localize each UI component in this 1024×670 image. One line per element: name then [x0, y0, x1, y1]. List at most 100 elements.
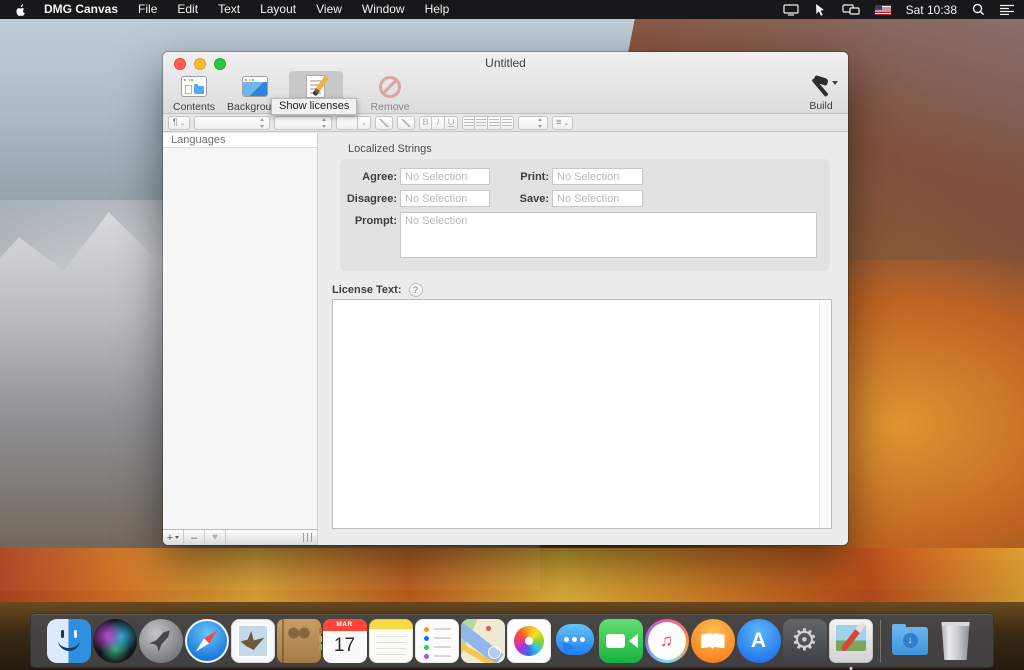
- print-field[interactable]: [552, 168, 643, 185]
- remote-pointer-icon[interactable]: [814, 3, 827, 16]
- align-right-button[interactable]: [488, 116, 501, 130]
- stepper-icon: [259, 118, 266, 128]
- dock-item-safari[interactable]: [185, 619, 229, 663]
- map-pin-icon: [486, 626, 491, 631]
- dock-item-messages[interactable]: [553, 619, 597, 663]
- displays-icon[interactable]: [842, 4, 860, 16]
- underline-button[interactable]: U: [445, 116, 458, 130]
- contents-icon: [179, 74, 209, 99]
- dock-item-notes[interactable]: [369, 619, 413, 663]
- dock-item-finder[interactable]: [47, 619, 91, 663]
- build-button[interactable]: Build: [806, 74, 836, 112]
- menu-item-window[interactable]: Window: [352, 0, 415, 19]
- dock-item-trash[interactable]: [934, 619, 978, 663]
- airplay-display-icon[interactable]: [783, 4, 799, 16]
- languages-sidebar: Languages + – ♥: [163, 133, 318, 545]
- languages-list: [163, 148, 317, 529]
- window-titlebar[interactable]: Untitled Contents Background Licenses: [163, 52, 848, 114]
- add-dropdown-caret-icon: [175, 536, 179, 539]
- resize-grip[interactable]: [303, 533, 314, 542]
- menu-item-text[interactable]: Text: [208, 0, 250, 19]
- favorite-languages-button[interactable]: ♥: [205, 530, 226, 545]
- align-center-button[interactable]: [475, 116, 488, 130]
- dock-item-downloads[interactable]: [888, 619, 932, 663]
- app-window: Untitled Contents Background Licenses: [163, 52, 848, 545]
- text-background-color-well[interactable]: [397, 116, 415, 130]
- contents-button[interactable]: Contents: [167, 71, 221, 115]
- list-style-button[interactable]: ≡⌄: [552, 116, 573, 130]
- prompt-field[interactable]: [400, 212, 817, 258]
- dock-item-photos[interactable]: [507, 619, 551, 663]
- dock-separator: [880, 620, 881, 662]
- stepper-icon: [537, 118, 544, 128]
- dock-item-app-store[interactable]: [737, 619, 781, 663]
- trash-icon: [940, 622, 972, 660]
- maps-3d-icon: [488, 646, 501, 659]
- agree-label: Agree:: [340, 171, 397, 183]
- apple-menu-icon[interactable]: [8, 3, 34, 17]
- section-title: Localized Strings: [348, 143, 432, 155]
- help-button[interactable]: ?: [409, 283, 423, 297]
- dock-item-dmg-canvas[interactable]: [829, 619, 873, 663]
- line-spacing-select[interactable]: [518, 116, 548, 130]
- menu-item-app[interactable]: DMG Canvas: [34, 0, 128, 19]
- align-left-icon: [464, 119, 474, 127]
- dock-item-reminders[interactable]: [415, 619, 459, 663]
- menu-item-edit[interactable]: Edit: [167, 0, 208, 19]
- spotlight-search-icon[interactable]: [972, 3, 985, 16]
- stepper-icon: [321, 118, 328, 128]
- us-flag-icon[interactable]: [875, 5, 891, 15]
- font-size-field[interactable]: [336, 116, 358, 130]
- menubar-clock[interactable]: Sat 10:38: [906, 3, 957, 17]
- menu-item-help[interactable]: Help: [415, 0, 460, 19]
- save-field[interactable]: [552, 190, 643, 207]
- disagree-label: Disagree:: [340, 193, 397, 205]
- font-typeface-select[interactable]: [274, 116, 332, 130]
- window-toolbar: Contents Background Licenses Remove: [167, 71, 844, 113]
- italic-button[interactable]: I: [432, 116, 445, 130]
- align-left-button[interactable]: [462, 116, 475, 130]
- align-center-icon: [476, 119, 486, 127]
- menu-item-layout[interactable]: Layout: [250, 0, 306, 19]
- menu-item-view[interactable]: View: [306, 0, 352, 19]
- build-hammer-icon: [806, 74, 836, 99]
- font-size-dropdown[interactable]: ⌄: [358, 116, 371, 130]
- wallpaper-layer: [0, 548, 1024, 610]
- align-right-icon: [489, 119, 499, 127]
- license-text-label: License Text:: [332, 284, 402, 296]
- align-justify-button[interactable]: [501, 116, 514, 130]
- text-color-well[interactable]: [375, 116, 393, 130]
- align-justify-icon: [502, 119, 512, 127]
- dock-item-calendar[interactable]: MAR 17: [323, 619, 367, 663]
- dock-item-system-preferences[interactable]: [783, 619, 827, 663]
- disagree-field[interactable]: [400, 190, 490, 207]
- remove-icon: [375, 74, 405, 99]
- dock-item-facetime[interactable]: [599, 619, 643, 663]
- window-title: Untitled: [163, 56, 848, 70]
- dock-item-contacts[interactable]: [277, 619, 321, 663]
- notification-center-icon[interactable]: [1000, 4, 1014, 15]
- paragraph-style-button[interactable]: ¶⌄: [168, 116, 190, 130]
- menu-item-file[interactable]: File: [128, 0, 167, 19]
- remove-button[interactable]: Remove: [365, 71, 416, 115]
- scrollbar-track: [819, 300, 831, 528]
- license-editor-pane: Localized Strings Agree: Print: Disagree…: [318, 133, 848, 545]
- bold-button[interactable]: B: [419, 116, 432, 130]
- remove-language-button[interactable]: –: [184, 530, 205, 545]
- text-format-bar: ¶⌄ ⌄ B I U ≡⌄: [163, 114, 848, 132]
- speech-bubble-icon: [556, 624, 594, 655]
- add-language-button[interactable]: +: [163, 530, 184, 545]
- dock: MAR 17: [30, 613, 994, 668]
- calendar-day: 17: [323, 631, 367, 661]
- dock-item-mail[interactable]: [231, 619, 275, 663]
- print-label: Print:: [494, 171, 549, 183]
- dock-item-itunes[interactable]: [645, 619, 689, 663]
- license-text-area[interactable]: [333, 300, 819, 528]
- downloads-folder-icon: [892, 627, 928, 655]
- dock-item-siri[interactable]: [93, 619, 137, 663]
- dock-item-maps[interactable]: [461, 619, 505, 663]
- font-family-select[interactable]: [194, 116, 270, 130]
- dock-item-launchpad[interactable]: [139, 619, 183, 663]
- agree-field[interactable]: [400, 168, 490, 185]
- dock-item-ibooks[interactable]: [691, 619, 735, 663]
